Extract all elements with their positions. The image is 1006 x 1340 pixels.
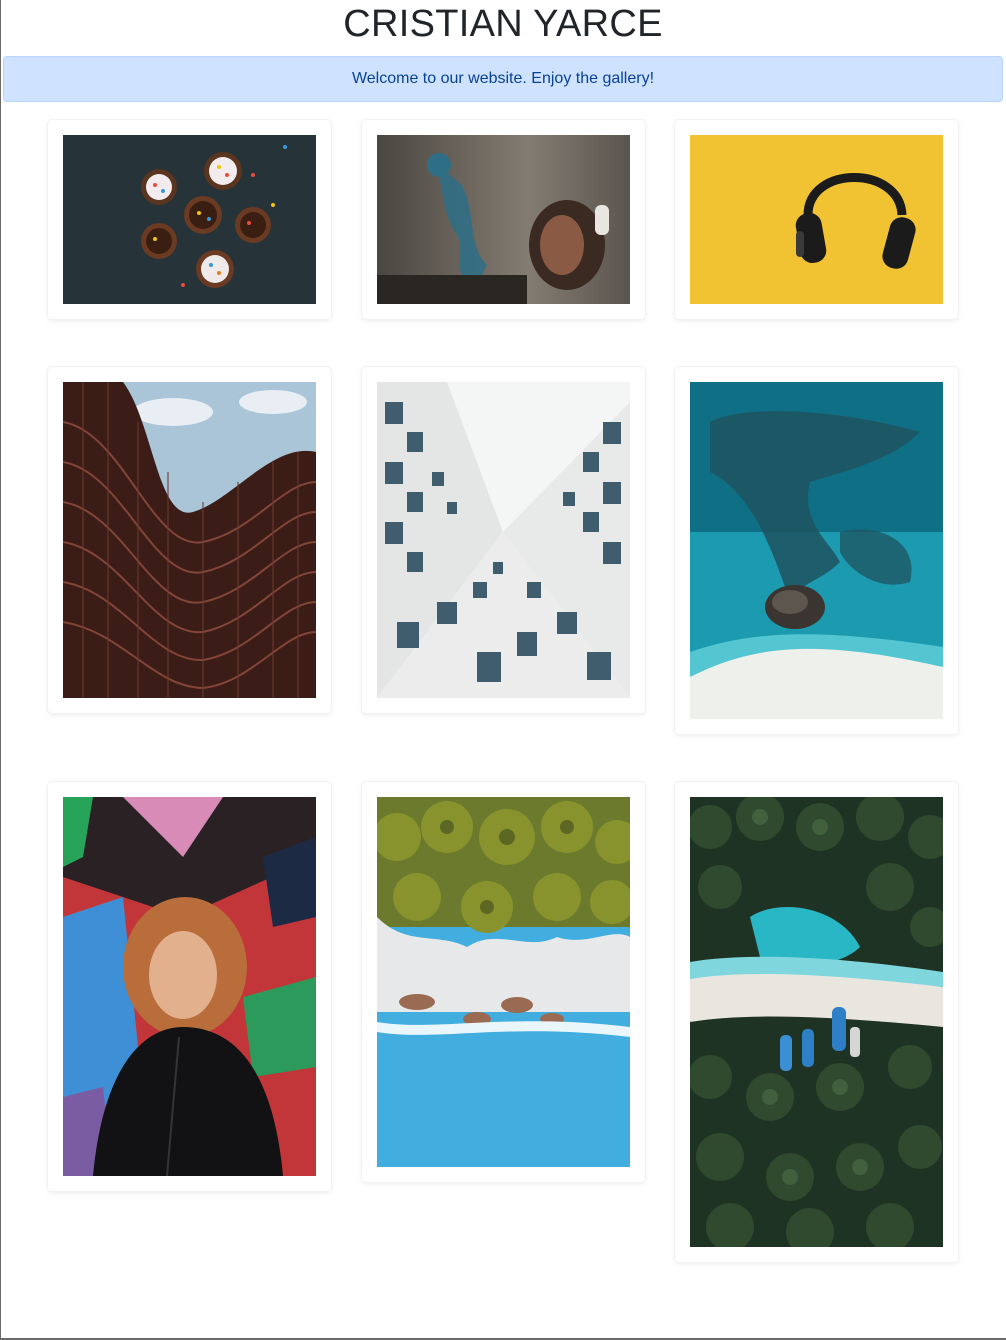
gallery-card-white-building[interactable]	[362, 367, 645, 713]
mural-headphones-photo[interactable]	[377, 135, 630, 304]
gallery-card-mural-headphones[interactable]	[362, 120, 645, 319]
gallery-card-aerial-sea[interactable]	[675, 367, 958, 734]
gallery-card-portrait-graffiti[interactable]	[48, 782, 331, 1191]
curved-building-photo[interactable]	[63, 382, 316, 698]
page-title: CRISTIAN YARCE	[343, 3, 663, 45]
gallery-card-headphones-yellow[interactable]	[675, 120, 958, 319]
gallery-card-cupcakes[interactable]	[48, 120, 331, 319]
gallery-card-palms-beach[interactable]	[362, 782, 645, 1182]
aerial-sea-photo[interactable]	[690, 382, 943, 719]
gallery-card-curved-building[interactable]	[48, 367, 331, 713]
aerial-palms-boats-photo[interactable]	[690, 797, 943, 1247]
headphones-yellow-photo[interactable]	[690, 135, 943, 304]
palms-beach-photo[interactable]	[377, 797, 630, 1167]
gallery-card-aerial-palms-boats[interactable]	[675, 782, 958, 1262]
window-edge-left	[0, 0, 1, 1340]
welcome-alert: Welcome to our website. Enjoy the galler…	[3, 56, 1003, 102]
cupcakes-photo[interactable]	[63, 135, 316, 304]
portrait-graffiti-photo[interactable]	[63, 797, 316, 1176]
white-building-photo[interactable]	[377, 382, 630, 698]
